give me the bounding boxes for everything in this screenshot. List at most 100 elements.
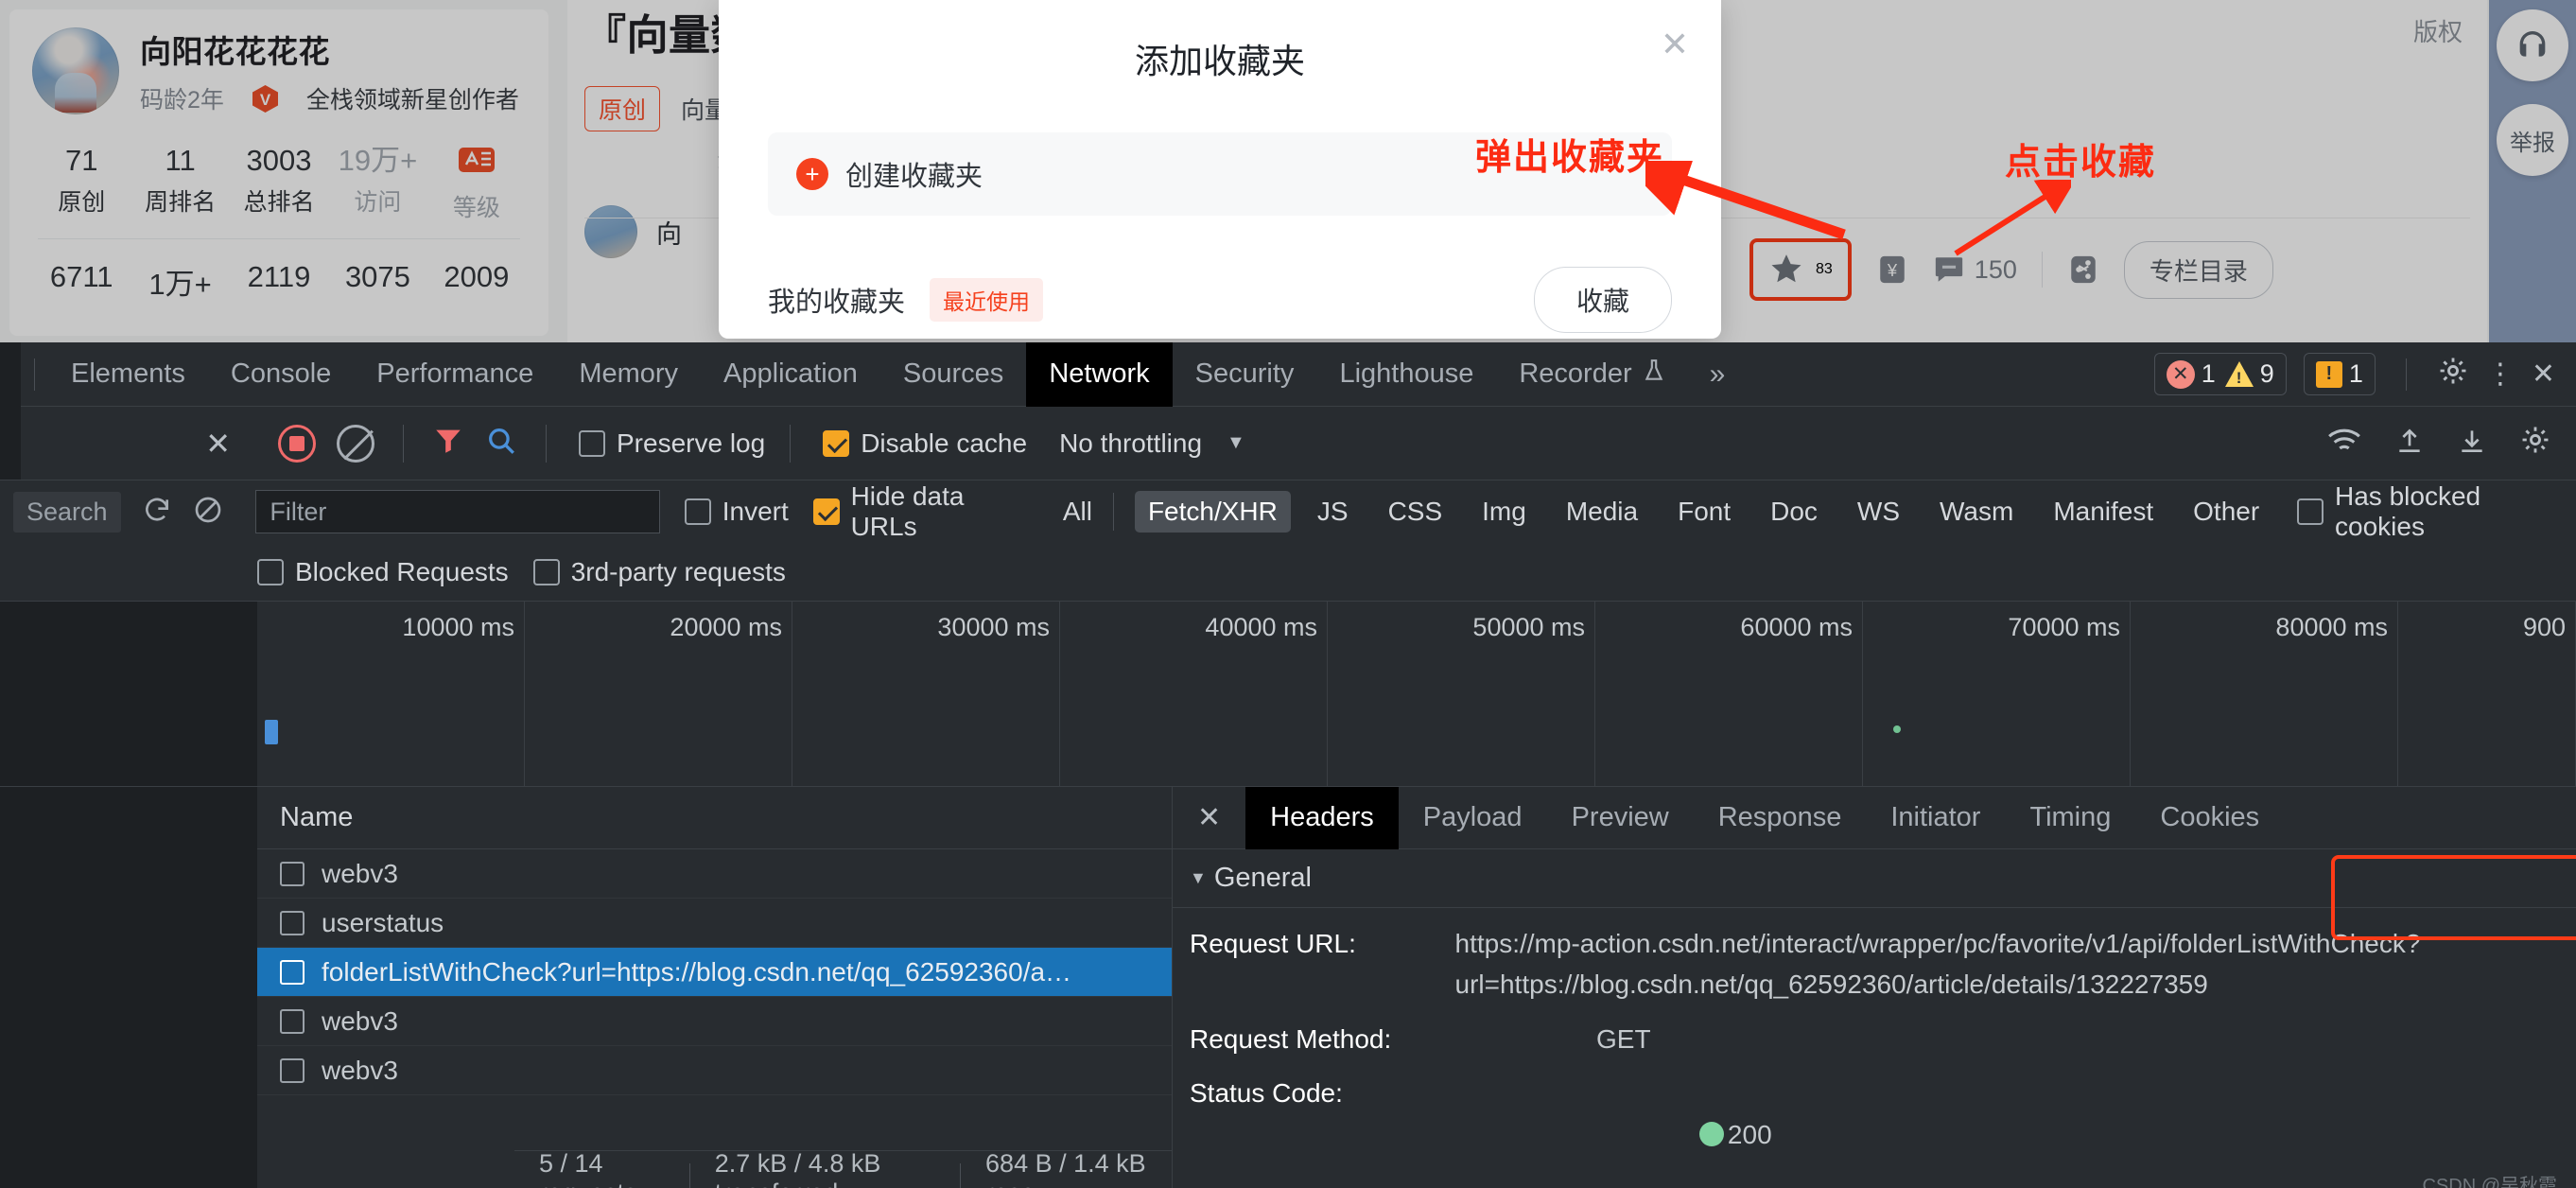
table-row-selected[interactable]: folderListWithCheck?url=https://blog.csd… — [257, 948, 1172, 997]
row-checkbox[interactable] — [280, 1058, 305, 1083]
type-filter-doc[interactable]: Doc — [1757, 491, 1831, 533]
timeline-tick-6: 70000 ms — [1863, 602, 2131, 786]
invert-group[interactable]: Invert — [685, 497, 789, 527]
hide-data-urls-group[interactable]: Hide data URLs — [813, 481, 1036, 542]
timeline-tick-8: 900 — [2398, 602, 2576, 786]
type-filter-js[interactable]: JS — [1304, 491, 1362, 533]
third-party-requests-group[interactable]: 3rd-party requests — [533, 557, 786, 587]
tab-performance[interactable]: Performance — [354, 342, 556, 407]
type-filter-all[interactable]: All — [1050, 491, 1105, 533]
tab-sources[interactable]: Sources — [880, 342, 1026, 407]
drawer-close-button[interactable]: ✕ — [21, 426, 257, 462]
has-blocked-cookies-group[interactable]: Has blocked cookies — [2297, 481, 2576, 542]
import-har-icon[interactable] — [2394, 426, 2425, 461]
preserve-log-checkbox[interactable] — [579, 430, 605, 457]
header-value[interactable]: https://mp-action.csdn.net/interact/wrap… — [1455, 923, 2576, 1005]
table-row[interactable]: webv3 — [257, 997, 1172, 1046]
tab-recorder[interactable]: Recorder — [1496, 342, 1688, 407]
type-filter-other[interactable]: Other — [2180, 491, 2272, 533]
record-button[interactable] — [278, 425, 316, 463]
clear-button[interactable] — [337, 425, 374, 463]
filter-icon[interactable] — [432, 425, 464, 462]
table-row[interactable]: userstatus — [257, 899, 1172, 948]
details-tab-initiator[interactable]: Initiator — [1866, 787, 2005, 849]
more-tabs-button[interactable]: » — [1689, 358, 1747, 391]
type-filter-img[interactable]: Img — [1469, 491, 1540, 533]
tab-memory[interactable]: Memory — [556, 342, 701, 407]
error-count: 1 — [2202, 359, 2216, 389]
clear-search-icon[interactable] — [193, 495, 223, 530]
issues-badge-group[interactable]: ✕ 1 9 — [2154, 353, 2287, 395]
details-tab-preview[interactable]: Preview — [1547, 787, 1694, 849]
web-page-area: 向阳花花花花 码龄2年 V 全栈领域新星创作者 — [0, 0, 2576, 342]
type-filter-wasm[interactable]: Wasm — [1926, 491, 2027, 533]
timeline-tick-label-4: 50000 ms — [1472, 613, 1585, 642]
table-row[interactable]: webv3 — [257, 1046, 1172, 1095]
type-filter-ws[interactable]: WS — [1844, 491, 1913, 533]
details-tab-payload[interactable]: Payload — [1399, 787, 1547, 849]
details-tab-timing[interactable]: Timing — [2005, 787, 2135, 849]
timeline-tick-5: 60000 ms — [1595, 602, 1863, 786]
search-icon[interactable] — [485, 425, 517, 462]
preserve-log-group[interactable]: Preserve log — [579, 428, 765, 459]
info-badge-group[interactable]: ! 1 — [2304, 353, 2376, 395]
wifi-icon[interactable] — [2326, 427, 2362, 460]
has-blocked-cookies-checkbox[interactable] — [2297, 498, 2324, 525]
disable-cache-checkbox[interactable] — [823, 430, 849, 457]
type-filter-manifest[interactable]: Manifest — [2040, 491, 2167, 533]
type-filter-font[interactable]: Font — [1664, 491, 1744, 533]
devtools-tabbar-right: ✕ 1 9 ! 1 — [2154, 353, 2576, 395]
timeline-tick-2: 30000 ms — [792, 602, 1060, 786]
tab-lighthouse[interactable]: Lighthouse — [1316, 342, 1496, 407]
tab-network[interactable]: Network — [1026, 342, 1172, 407]
invert-checkbox[interactable] — [685, 498, 711, 525]
error-badge[interactable]: ✕ 1 — [2167, 359, 2216, 389]
throttling-select[interactable]: No throttling — [1059, 428, 1202, 459]
general-section-header[interactable]: ▼ General — [1173, 849, 2576, 908]
close-icon[interactable]: ✕ — [1661, 25, 1689, 64]
tab-application[interactable]: Application — [701, 342, 880, 407]
network-filter-bar-2: Blocked Requests 3rd-party requests — [0, 543, 2576, 602]
filter-input[interactable]: Filter — [255, 490, 659, 533]
row-checkbox[interactable] — [280, 911, 305, 935]
details-pane: ✕ Headers Payload Preview Response Initi… — [1173, 787, 2576, 1188]
type-filter-media[interactable]: Media — [1553, 491, 1651, 533]
hide-data-urls-checkbox[interactable] — [813, 498, 840, 525]
refresh-icon[interactable] — [142, 495, 172, 530]
tab-security[interactable]: Security — [1173, 342, 1317, 407]
favorite-confirm-button[interactable]: 收藏 — [1534, 267, 1672, 333]
timeline-area[interactable]: 10000 ms 20000 ms 30000 ms 40000 ms 5000… — [257, 602, 2576, 786]
export-har-icon[interactable] — [2457, 426, 2487, 461]
timeline-request-marker — [265, 720, 278, 744]
chevron-down-icon[interactable]: ▼ — [1227, 432, 1245, 454]
filterbar2-stub — [0, 543, 257, 601]
requests-column-header[interactable]: Name — [257, 787, 1172, 849]
details-close-icon[interactable]: ✕ — [1173, 801, 1245, 834]
type-filter-css[interactable]: CSS — [1375, 491, 1456, 533]
third-party-checkbox[interactable] — [533, 559, 560, 585]
row-checkbox[interactable] — [280, 862, 305, 886]
close-devtools-icon[interactable]: ✕ — [2532, 358, 2555, 391]
details-tab-response[interactable]: Response — [1694, 787, 1867, 849]
warning-icon — [2225, 361, 2254, 387]
tab-elements[interactable]: Elements — [48, 342, 208, 407]
warning-badge[interactable]: 9 — [2225, 359, 2274, 389]
details-tab-cookies[interactable]: Cookies — [2135, 787, 2284, 849]
issue-badge[interactable]: ! 1 — [2316, 359, 2363, 389]
kebab-menu-icon[interactable]: ⋮ — [2486, 358, 2515, 391]
blocked-requests-checkbox[interactable] — [257, 559, 284, 585]
search-input[interactable]: Search — [13, 492, 121, 533]
row-checkbox[interactable] — [280, 1009, 305, 1034]
gear-icon[interactable] — [2437, 355, 2469, 394]
details-tab-headers[interactable]: Headers — [1245, 787, 1399, 849]
table-row[interactable]: webv3 — [257, 849, 1172, 899]
row-checkbox[interactable] — [280, 960, 305, 985]
disable-cache-group[interactable]: Disable cache — [823, 428, 1027, 459]
blocked-requests-group[interactable]: Blocked Requests — [257, 557, 509, 587]
network-timeline[interactable]: 10000 ms 20000 ms 30000 ms 40000 ms 5000… — [0, 602, 2576, 787]
request-name: webv3 — [322, 859, 398, 889]
type-filter-fetch-xhr[interactable]: Fetch/XHR — [1135, 491, 1291, 533]
flask-icon — [1642, 357, 1666, 393]
tab-console[interactable]: Console — [208, 342, 354, 407]
network-settings-gear-icon[interactable] — [2519, 424, 2551, 463]
